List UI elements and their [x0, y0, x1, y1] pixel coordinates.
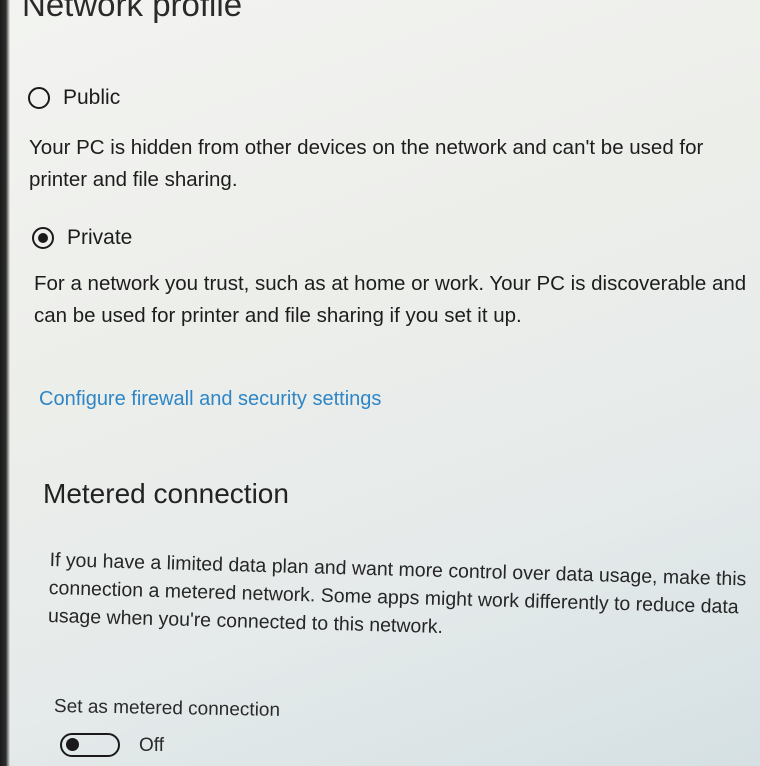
radio-private-selected-icon[interactable]: [32, 227, 54, 249]
metered-connection-description: If you have a limited data plan and want…: [47, 548, 747, 638]
settings-photo: Network profile Public Your PC is hidden…: [8, 0, 760, 766]
toggle-knob: [66, 738, 79, 751]
radio-public-label: Public: [63, 86, 121, 109]
metered-connection-title: Metered connection: [43, 478, 289, 509]
toggle-state-label: Off: [139, 735, 164, 756]
private-description: For a network you trust, such as at home…: [34, 272, 747, 327]
public-description: Your PC is hidden from other devices on …: [29, 136, 704, 191]
metered-connection-toggle[interactable]: [60, 733, 120, 757]
metered-toggle-label: Set as metered connection: [53, 696, 281, 721]
network-profile-title: Network profile: [22, 0, 243, 23]
radio-public-icon[interactable]: [28, 87, 50, 109]
radio-option-public[interactable]: Public: [28, 86, 120, 110]
configure-firewall-link[interactable]: Configure firewall and security settings: [39, 388, 381, 411]
radio-option-private[interactable]: Private: [32, 226, 132, 250]
radio-private-label: Private: [67, 226, 133, 249]
network-settings-panel: Network profile Public Your PC is hidden…: [8, 0, 760, 766]
device-bezel-edge: [0, 0, 10, 766]
